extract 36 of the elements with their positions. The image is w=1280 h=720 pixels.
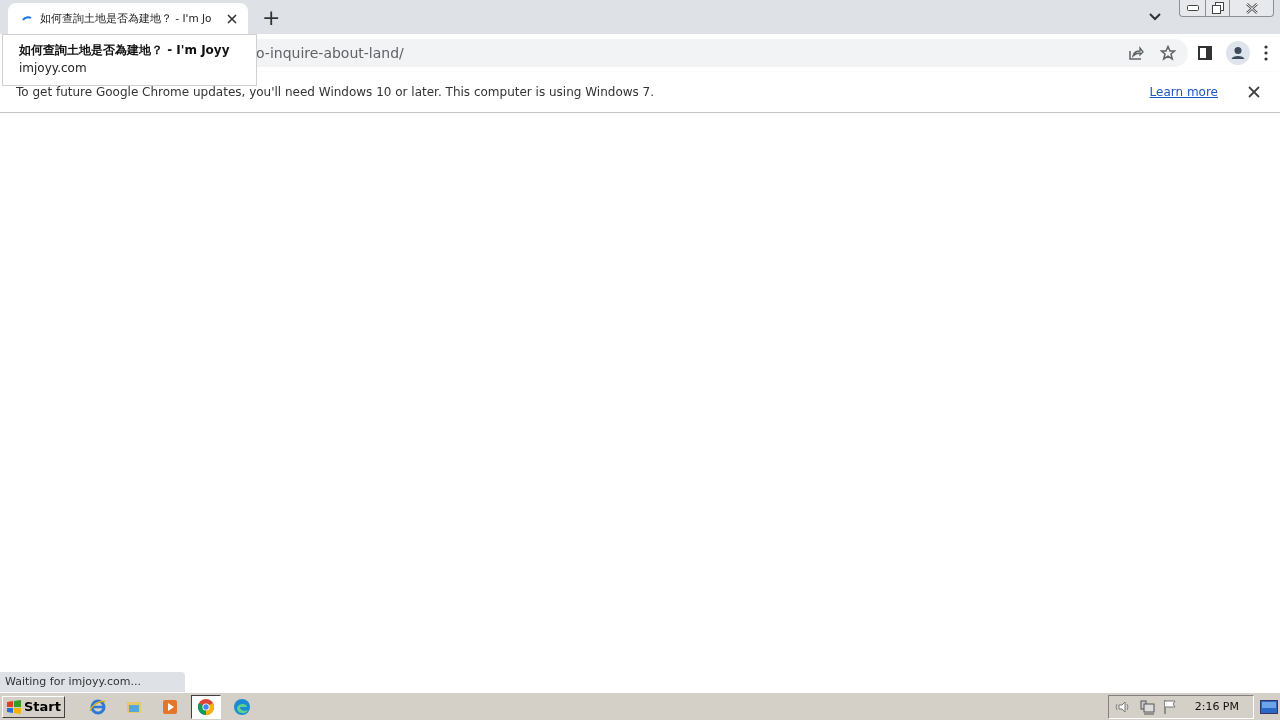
- infobar-message: To get future Google Chrome updates, you'll need Windows 10 or later. This computer is using Windows 7.: [16, 85, 656, 99]
- share-icon: [1128, 45, 1144, 61]
- side-panel-icon: [1198, 46, 1212, 60]
- learn-more-link[interactable]: Learn more: [1149, 85, 1218, 99]
- tab-title: 如何查詢土地是否為建地？ - I'm Jo: [40, 11, 213, 26]
- minimize-button[interactable]: [1180, 0, 1205, 16]
- minimize-icon: [1186, 5, 1199, 11]
- close-icon: [1248, 86, 1260, 98]
- star-icon: [1160, 45, 1176, 61]
- close-icon: [227, 13, 237, 24]
- person-icon: [1226, 41, 1250, 65]
- menu-icon: [1264, 45, 1268, 61]
- network-icon[interactable]: [1138, 698, 1155, 715]
- start-button[interactable]: Start: [2, 695, 65, 718]
- edge-icon: [233, 697, 251, 716]
- tab-search-button[interactable]: [1147, 11, 1163, 23]
- close-icon: [1245, 2, 1258, 14]
- windows-logo-icon: [6, 699, 22, 714]
- taskbar-app-button[interactable]: [191, 694, 221, 719]
- status-bubble: Waiting for imjoyy.com...: [0, 672, 185, 692]
- chrome-icon: [197, 697, 215, 716]
- speaker-icon[interactable]: [1114, 699, 1131, 714]
- close-button[interactable]: [1229, 0, 1273, 16]
- loading-spinner-icon: [22, 16, 32, 21]
- flag-icon[interactable]: [1162, 698, 1177, 715]
- new-tab-button[interactable]: +: [256, 4, 287, 32]
- play-icon: [161, 697, 179, 716]
- browser-icon: [89, 697, 107, 716]
- tooltip-domain: imjoyy.com: [19, 61, 88, 75]
- clock: 2:16 PM: [1194, 700, 1239, 713]
- restore-icon: [1211, 2, 1224, 14]
- url-text: o-inquire-about-land/: [256, 45, 405, 61]
- caret-icon: [1149, 13, 1161, 21]
- restore-button[interactable]: [1205, 0, 1229, 16]
- show-desktop-icon[interactable]: [1260, 699, 1278, 714]
- browser-tab[interactable]: 如何查詢土地是否為建地？ - I'm Jo: [8, 3, 248, 34]
